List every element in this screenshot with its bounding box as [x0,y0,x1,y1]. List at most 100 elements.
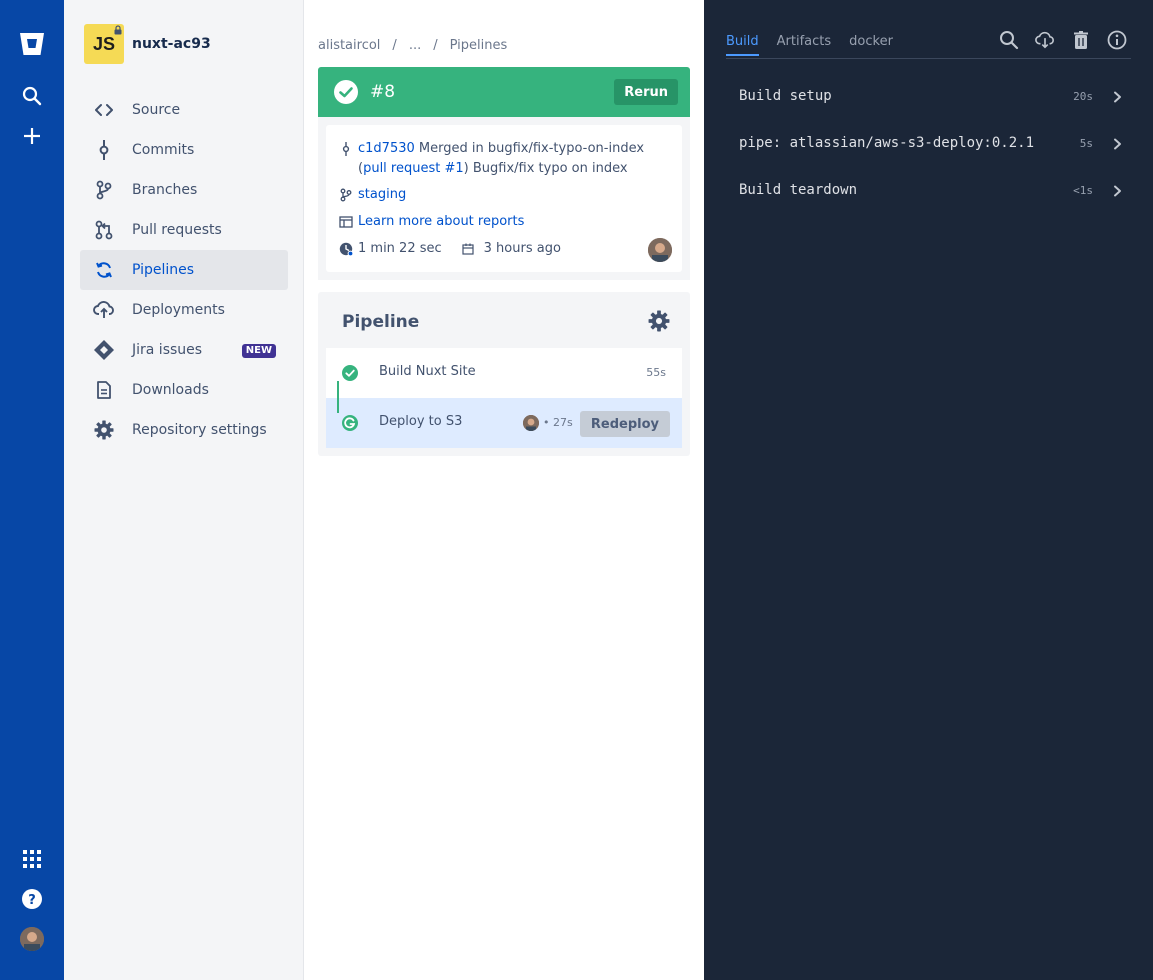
sidebar-item-jira-issues[interactable]: Jira issues NEW [80,330,288,370]
tab-docker[interactable]: docker [849,34,893,56]
report-icon [338,212,354,232]
pipeline-step-deploy[interactable]: Deploy to S3 • 27s Redeploy [326,398,682,448]
sidebar-item-label: Deployments [132,302,225,318]
duration-icon [338,239,354,259]
tab-divider [726,58,1131,59]
pipelines-icon [92,258,116,282]
step-connector [337,381,339,413]
breadcrumb-separator: / [392,38,397,53]
sidebar-item-commits[interactable]: Commits [80,130,288,170]
breadcrumb-owner[interactable]: alistaircol [318,38,380,53]
timing-row: 1 min 22 sec 3 hours ago [338,239,561,259]
sidebar-item-label: Pull requests [132,222,222,238]
commit-hash-link[interactable]: c1d7530 [358,141,415,156]
reports-link[interactable]: Learn more about reports [358,212,524,232]
log-tabs: Build Artifacts docker [726,34,911,56]
svg-text:?: ? [28,893,36,908]
pipeline-step-build[interactable]: Build Nuxt Site 55s [326,348,682,398]
deployment-success-icon [342,415,358,431]
branch-icon [338,185,354,205]
project-sidebar: JS nuxt-ac93 Source Commits Branches Pul… [64,0,304,980]
repo-header[interactable]: JS nuxt-ac93 [84,24,211,64]
sidebar-item-label: Commits [132,142,195,158]
sidebar-item-label: Pipelines [132,262,195,278]
sidebar-nav: Source Commits Branches Pull requests Pi… [80,90,288,450]
download-icon[interactable] [1035,30,1055,50]
commit-icon [92,138,116,162]
delete-icon[interactable] [1071,30,1091,50]
chevron-right-icon [1114,138,1121,150]
new-badge: NEW [241,344,276,358]
sidebar-item-label: Jira issues [132,342,203,358]
calendar-icon [460,239,476,259]
sidebar-item-label: Source [132,102,181,118]
profile-avatar[interactable] [20,927,44,951]
sidebar-item-branches[interactable]: Branches [80,170,288,210]
pull-request-icon [92,218,116,242]
sidebar-item-pipelines[interactable]: Pipelines [80,250,288,290]
pull-request-link[interactable]: pull request #1 [363,161,464,176]
code-icon [92,98,116,122]
deployer-avatar [523,415,539,431]
sidebar-item-downloads[interactable]: Downloads [80,370,288,410]
branch-row: staging [338,185,406,205]
log-section-name: Build setup [739,88,832,104]
log-section-name: Build teardown [739,182,858,198]
redeploy-button[interactable]: Redeploy [579,411,670,437]
log-section-duration: 5s [1079,137,1093,150]
branch-icon [92,178,116,202]
log-actions [983,30,1127,50]
breadcrumb-ellipsis[interactable]: ... [409,38,421,53]
repo-avatar: JS [84,24,124,64]
gear-icon [92,418,116,442]
pipeline-title: Pipeline [342,312,420,332]
search-icon[interactable] [999,30,1019,50]
breadcrumb-separator: / [433,38,438,53]
author-avatar[interactable] [648,238,672,262]
rerun-button[interactable]: Rerun [614,79,678,105]
run-started: 3 hours ago [483,241,561,256]
run-number: #8 [370,82,396,102]
reports-row: Learn more about reports [338,212,524,232]
sidebar-item-repository-settings[interactable]: Repository settings [80,410,288,450]
tab-build[interactable]: Build [726,34,759,56]
document-icon [92,378,116,402]
tab-artifacts[interactable]: Artifacts [777,34,832,56]
bitbucket-logo-icon[interactable] [16,28,48,60]
commit-message: c1d7530 Merged in bugfix/fix-typo-on-ind… [358,139,658,179]
sidebar-item-deployments[interactable]: Deployments [80,290,288,330]
help-icon[interactable]: ? [16,883,48,915]
log-section-duration: <1s [1073,184,1093,197]
lock-icon [114,25,122,35]
step-duration: 55s [646,366,666,379]
search-icon[interactable] [16,80,48,112]
repo-name: nuxt-ac93 [132,36,211,52]
step-name: Deploy to S3 [379,414,463,429]
branch-link[interactable]: staging [358,185,406,205]
log-section-build-teardown[interactable]: Build teardown <1s [739,180,1129,204]
info-icon[interactable] [1107,30,1127,50]
success-check-icon [342,365,358,381]
log-section-pipe[interactable]: pipe: atlassian/aws-s3-deploy:0.2.1 5s [739,133,1129,157]
commit-row: c1d7530 Merged in bugfix/fix-typo-on-ind… [338,139,658,179]
log-panel: Build Artifacts docker Build setup 20s p… [704,0,1153,980]
commit-icon [338,139,354,159]
chevron-right-icon [1114,185,1121,197]
sidebar-item-pull-requests[interactable]: Pull requests [80,210,288,250]
run-duration: 1 min 22 sec [358,241,442,256]
sidebar-item-label: Downloads [132,382,209,398]
log-section-name: pipe: atlassian/aws-s3-deploy:0.2.1 [739,135,1035,151]
cloud-upload-icon [92,298,116,322]
sidebar-item-label: Repository settings [132,422,267,438]
gear-icon[interactable] [648,310,670,332]
sidebar-item-source[interactable]: Source [80,90,288,130]
pipeline-steps-panel: Pipeline Build Nuxt Site 55s Deploy to S… [318,292,690,456]
create-icon[interactable] [16,120,48,152]
run-summary: c1d7530 Merged in bugfix/fix-typo-on-ind… [318,117,690,280]
breadcrumb-current[interactable]: Pipelines [450,38,508,53]
pipeline-detail: alistaircol / ... / Pipelines #8 Rerun c… [304,0,704,980]
app-switcher-icon[interactable] [16,843,48,875]
chevron-right-icon [1114,91,1121,103]
log-section-build-setup[interactable]: Build setup 20s [739,86,1129,110]
step-name: Build Nuxt Site [379,364,476,379]
